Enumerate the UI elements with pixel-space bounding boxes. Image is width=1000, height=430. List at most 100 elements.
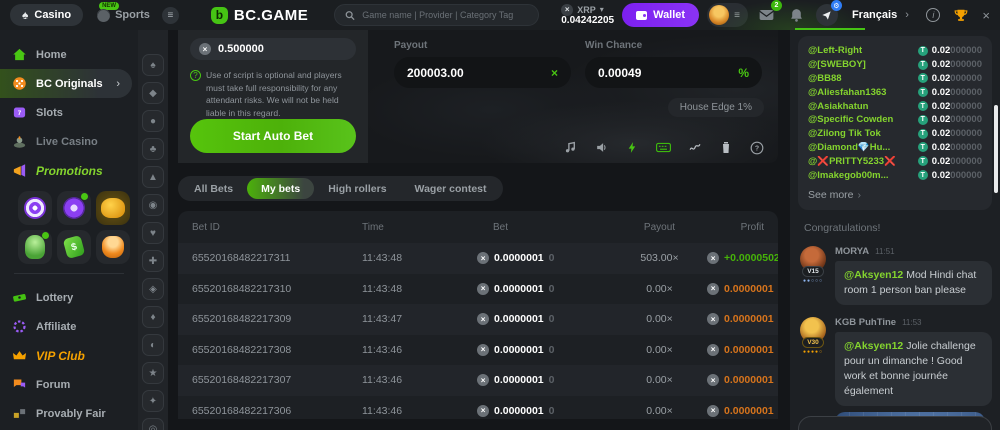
sidebar-item-vip-club[interactable]: VIP Club xyxy=(0,341,138,370)
rain-username[interactable]: @Asiakhatun xyxy=(808,101,918,112)
mention-link[interactable]: @Aksyen12 xyxy=(844,269,903,281)
bet-payout: 0.00× xyxy=(612,344,707,356)
promo-referral-tile[interactable] xyxy=(96,230,130,264)
chat-input[interactable] xyxy=(799,417,991,430)
rain-amount-trailing: 000000 xyxy=(950,101,982,112)
bc-game-logo[interactable]: b BC.GAME xyxy=(211,7,308,24)
turbo-bolt-icon[interactable] xyxy=(625,140,640,155)
promo-spinner-tile[interactable] xyxy=(18,191,52,225)
bet-id: 65520168482217309 xyxy=(192,313,362,325)
bets-tabs-row: All Bets My bets High rollers Wager cont… xyxy=(178,176,778,201)
left-sidebar: Home BC Originals › 7 Slots Live Casino … xyxy=(0,30,138,430)
close-chat-icon[interactable]: × xyxy=(982,8,990,23)
message-bubble: @Aksyen12 Mod Hindi chat room 1 person b… xyxy=(835,261,992,305)
sports-toggle[interactable]: NEW Sports xyxy=(97,9,150,22)
chat-toggle-button[interactable]: ⚙ xyxy=(816,4,838,26)
rain-username[interactable]: @Specific Cowden xyxy=(808,114,918,125)
table-row[interactable]: 65520168482217310 11:43:48 ×0.00000010 0… xyxy=(178,274,778,305)
chat-input-box[interactable] xyxy=(798,416,992,430)
game-shortcut-1[interactable]: ♠ xyxy=(142,54,164,76)
promo-piggy-tile[interactable] xyxy=(96,191,130,225)
chat-language-selector[interactable]: Français › xyxy=(852,9,909,21)
promo-rocket-tile[interactable] xyxy=(18,230,52,264)
game-shortcut-14[interactable]: ◎ xyxy=(142,418,164,430)
game-shortcut-4[interactable]: ♣ xyxy=(142,138,164,160)
see-more-link[interactable]: See more› xyxy=(808,189,982,201)
game-shortcut-13[interactable]: ✦ xyxy=(142,390,164,412)
win-chance-input[interactable]: 0.00049 % xyxy=(585,57,762,88)
rain-username[interactable]: @Zilong Tik Tok xyxy=(808,128,918,139)
game-shortcut-12[interactable]: ★ xyxy=(142,362,164,384)
bet-amount-field[interactable]: × 0.500000 xyxy=(190,38,356,60)
tab-wager-contest[interactable]: Wager contest xyxy=(401,178,501,199)
tab-all-bets[interactable]: All Bets xyxy=(180,178,247,199)
tab-my-bets[interactable]: My bets xyxy=(247,178,314,199)
rain-username[interactable]: @Left-Right xyxy=(808,45,918,56)
balance-selector[interactable]: × XRP ▾ 0.04242205 xyxy=(561,4,614,26)
chat-settings-badge: ⚙ xyxy=(831,0,842,11)
game-shortcut-11[interactable]: ◐ xyxy=(142,334,164,356)
sidebar-item-affiliate[interactable]: Affiliate xyxy=(0,312,138,341)
sidebar-item-live-casino[interactable]: Live Casino xyxy=(0,127,138,156)
rain-username[interactable]: @❌PRITTY5233❌ xyxy=(808,156,918,167)
game-shortcut-7[interactable]: ♥ xyxy=(142,222,164,244)
hotkeys-keyboard-icon[interactable] xyxy=(656,140,671,155)
sports-label: Sports xyxy=(115,9,150,21)
profile-menu[interactable]: ≡ xyxy=(707,3,748,27)
payout-value: 200003.00 xyxy=(407,66,464,80)
crown-icon xyxy=(12,348,27,363)
game-shortcut-6[interactable]: ◉ xyxy=(142,194,164,216)
messages-button[interactable]: 2 xyxy=(756,4,778,26)
rain-username[interactable]: @Diamond💎Hu... xyxy=(808,142,918,153)
rain-username[interactable]: @Aliesfahan1363 xyxy=(808,87,918,98)
promotions-grid: $ xyxy=(18,191,138,264)
wallet-button[interactable]: Wallet xyxy=(622,3,699,27)
chat-message: V30 ●●●●○ KGB PuhTine 11:53 @Aksyen12 Jo… xyxy=(798,317,992,430)
message-username[interactable]: MORYA xyxy=(835,246,869,257)
music-toggle-icon[interactable] xyxy=(563,140,578,155)
notifications-button[interactable] xyxy=(786,4,808,26)
help-icon[interactable]: ? xyxy=(749,140,764,155)
sidebar-item-lottery[interactable]: Lottery xyxy=(0,283,138,312)
sound-toggle-icon[interactable] xyxy=(594,140,609,155)
seed-jar-icon[interactable] xyxy=(718,140,733,155)
casino-toggle[interactable]: ♠ Casino xyxy=(10,4,83,26)
payout-input[interactable]: 200003.00 × xyxy=(394,57,571,88)
game-shortcut-9[interactable]: ◈ xyxy=(142,278,164,300)
promo-deals-tile[interactable]: $ xyxy=(57,230,91,264)
sidebar-item-slots[interactable]: 7 Slots xyxy=(0,98,138,127)
rain-username[interactable]: @BB88 xyxy=(808,73,918,84)
bet-panel: × 0.500000 ? Use of script is optional a… xyxy=(178,30,778,163)
search-input[interactable] xyxy=(362,10,528,20)
rain-username[interactable]: @[SWEBOY] xyxy=(808,59,918,70)
mention-link[interactable]: @Aksyen12 xyxy=(844,340,903,352)
rain-username[interactable]: @Imakegob00m... xyxy=(808,170,918,181)
game-shortcut-5[interactable]: ▲ xyxy=(142,166,164,188)
trends-icon[interactable] xyxy=(687,140,702,155)
table-row[interactable]: 65520168482217308 11:43:46 ×0.00000010 0… xyxy=(178,335,778,366)
bet-time: 11:43:46 xyxy=(362,405,477,417)
sidebar-item-promotions[interactable]: Promotions xyxy=(0,156,138,185)
table-row[interactable]: 65520168482217306 11:43:46 ×0.00000010 0… xyxy=(178,396,778,420)
table-row[interactable]: 65520168482217307 11:43:46 ×0.00000010 0… xyxy=(178,365,778,396)
sidebar-item-home[interactable]: Home xyxy=(0,40,138,69)
sidebar-item-forum[interactable]: Forum xyxy=(0,370,138,399)
game-shortcut-10[interactable]: ♦ xyxy=(142,306,164,328)
message-username[interactable]: KGB PuhTine xyxy=(835,317,896,328)
game-shortcut-3[interactable]: ● xyxy=(142,110,164,132)
sidebar-item-bc-originals[interactable]: BC Originals › xyxy=(0,69,132,98)
table-row[interactable]: 65520168482217309 11:43:47 ×0.00000010 0… xyxy=(178,304,778,335)
collapse-menu-button[interactable]: ≡ xyxy=(162,7,179,24)
game-search[interactable] xyxy=(334,4,539,26)
sidebar-item-provably-fair[interactable]: Provably Fair xyxy=(0,399,138,428)
game-shortcut-2[interactable]: ◆ xyxy=(142,82,164,104)
chat-scrollbar[interactable] xyxy=(994,105,998,193)
tab-high-rollers[interactable]: High rollers xyxy=(314,178,400,199)
chat-rules-icon[interactable]: i xyxy=(926,8,940,22)
game-shortcut-8[interactable]: ✚ xyxy=(142,250,164,272)
promo-wheel-tile[interactable] xyxy=(57,191,91,225)
trophy-icon[interactable] xyxy=(954,8,968,22)
level-badge: V30 xyxy=(802,337,824,348)
table-row[interactable]: 65520168482217311 11:43:48 ×0.00000010 5… xyxy=(178,243,778,274)
start-auto-bet-button[interactable]: Start Auto Bet xyxy=(190,119,356,153)
